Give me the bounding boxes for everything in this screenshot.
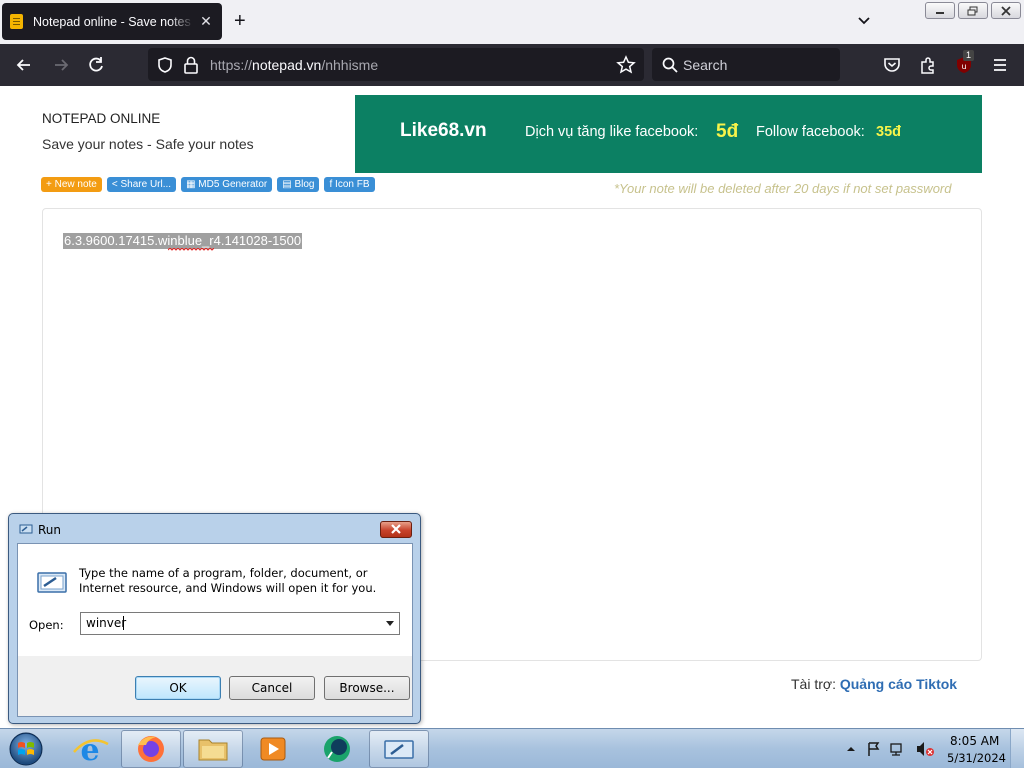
svg-text:e: e <box>80 733 99 768</box>
run-close-button[interactable] <box>380 521 412 538</box>
url-text: https://notepad.vn/nhhisme <box>210 57 378 73</box>
taskbar-file-explorer[interactable] <box>183 730 243 768</box>
network-icon <box>890 743 902 753</box>
ad-banner[interactable]: Like68.vn Dịch vụ tăng like facebook: 5đ… <box>355 95 982 173</box>
address-bar[interactable]: https://notepad.vn/nhhisme <box>148 48 644 81</box>
toolbar-buttons: + New note < Share Url... ▦ MD5 Generato… <box>41 177 380 192</box>
taskbar: e 8:05 AM 5/31/2024 <box>0 728 1024 768</box>
reload-icon[interactable] <box>86 55 106 75</box>
minimize-button[interactable] <box>925 2 955 19</box>
site-title: NOTEPAD ONLINE <box>42 111 161 126</box>
browser-tab-bar: Notepad online - Save notes online ✕ + <box>0 0 1024 44</box>
window-controls <box>925 2 1021 19</box>
sponsor-line: Tài trợ: Quảng cáo Tiktok <box>791 676 957 692</box>
close-icon <box>391 524 401 534</box>
run-client-area: Type the name of a program, folder, docu… <box>17 543 413 717</box>
extensions-puzzle-icon[interactable] <box>918 55 938 75</box>
bookmark-star-icon[interactable] <box>616 55 636 75</box>
pocket-icon[interactable] <box>882 55 902 75</box>
action-center-flag-icon <box>868 742 880 756</box>
ad-like-price: 5đ <box>716 121 739 142</box>
deletion-warning: *Your note will be deleted after 20 days… <box>614 181 952 196</box>
firefox-icon <box>138 736 164 762</box>
ad-follow-text: Follow facebook: <box>756 124 865 140</box>
restore-icon <box>967 6 978 15</box>
url-path: /nhhisme <box>321 57 379 73</box>
new-tab-button[interactable]: + <box>234 10 246 32</box>
svg-text:u: u <box>961 62 966 71</box>
dropdown-arrow-icon[interactable] <box>385 617 395 629</box>
run-app-icon <box>19 524 33 534</box>
extension-badge: 1 <box>963 50 975 61</box>
site-slogan: Save your notes - Safe your notes <box>42 136 254 152</box>
show-desktop-button[interactable] <box>1010 729 1024 768</box>
clock-date[interactable]: 5/31/2024 <box>947 751 1006 765</box>
blog-button[interactable]: ▤ Blog <box>277 177 320 192</box>
browser-tab-active[interactable]: Notepad online - Save notes online ✕ <box>2 3 222 40</box>
run-window-icon <box>384 740 414 759</box>
back-arrow-icon[interactable] <box>14 55 34 75</box>
clock-time[interactable]: 8:05 AM <box>950 734 999 748</box>
folder-icon <box>198 739 228 761</box>
url-host: notepad.vn <box>252 57 322 73</box>
media-player-icon <box>260 737 286 761</box>
run-title: Run <box>38 523 62 537</box>
ok-button[interactable]: OK <box>135 676 221 700</box>
tab-close-icon[interactable]: ✕ <box>198 13 214 30</box>
run-top-panel: Type the name of a program, folder, docu… <box>18 544 412 656</box>
spellcheck-underline <box>168 248 214 251</box>
volume-muted-icon <box>917 742 924 756</box>
new-note-button[interactable]: + New note <box>41 177 102 192</box>
taskbar-media-player[interactable] <box>243 730 303 768</box>
run-open-combobox[interactable]: winver <box>80 612 400 635</box>
show-hidden-icons-icon <box>847 747 855 751</box>
url-scheme: https:// <box>210 57 253 73</box>
search-placeholder: Search <box>683 57 728 73</box>
restore-button[interactable] <box>958 2 988 19</box>
lock-icon[interactable] <box>183 56 199 74</box>
sponsor-link[interactable]: Quảng cáo Tiktok <box>840 676 957 692</box>
browser-nav-bar: https://notepad.vn/nhhisme Search u 1 <box>0 44 1024 86</box>
close-window-button[interactable] <box>991 2 1021 19</box>
ad-follow-price: 35đ <box>876 124 901 140</box>
close-icon <box>1001 5 1011 16</box>
md5-generator-button[interactable]: ▦ MD5 Generator <box>181 177 273 192</box>
icon-fb-button[interactable]: f Icon FB <box>324 177 375 192</box>
run-titlebar[interactable]: Run <box>9 514 420 544</box>
ad-like-text: Dịch vụ tăng like facebook: <box>525 124 699 140</box>
notepad-favicon-icon <box>10 14 23 29</box>
ad-brand: Like68.vn <box>400 120 487 141</box>
system-tray <box>847 742 934 756</box>
note-selected-text: 6.3.9600.17415.winblue_r4.141028-1500 <box>63 233 303 249</box>
cancel-button[interactable]: Cancel <box>229 676 315 700</box>
taskbar-internet-explorer[interactable]: e <box>60 730 120 768</box>
search-icon <box>662 57 678 73</box>
taskbar-green-app[interactable] <box>306 730 366 768</box>
taskbar-run-dialog[interactable] <box>369 730 429 768</box>
minimize-icon <box>936 11 944 14</box>
hamburger-menu-icon[interactable] <box>990 55 1010 75</box>
start-orb-icon[interactable] <box>6 731 46 767</box>
text-caret <box>123 616 124 630</box>
share-url-button[interactable]: < Share Url... <box>106 177 177 192</box>
run-program-icon <box>37 572 67 593</box>
tab-list-chevron-down-icon[interactable] <box>856 13 872 29</box>
run-open-value: winver <box>86 616 127 630</box>
taskbar-firefox[interactable] <box>121 730 181 768</box>
tracking-shield-icon[interactable] <box>156 56 174 74</box>
run-open-label: Open: <box>29 618 64 632</box>
run-dialog: Run Type the name of a program, folder, … <box>8 513 421 724</box>
green-app-icon <box>324 736 350 762</box>
browse-button[interactable]: Browse... <box>324 676 410 700</box>
search-bar[interactable]: Search <box>652 48 840 81</box>
forward-arrow-icon[interactable] <box>51 55 71 75</box>
tab-title: Notepad online - Save notes online <box>33 14 194 29</box>
internet-explorer-icon: e <box>73 733 109 768</box>
run-description: Type the name of a program, folder, docu… <box>79 566 377 595</box>
sponsor-label: Tài trợ: <box>791 676 836 692</box>
